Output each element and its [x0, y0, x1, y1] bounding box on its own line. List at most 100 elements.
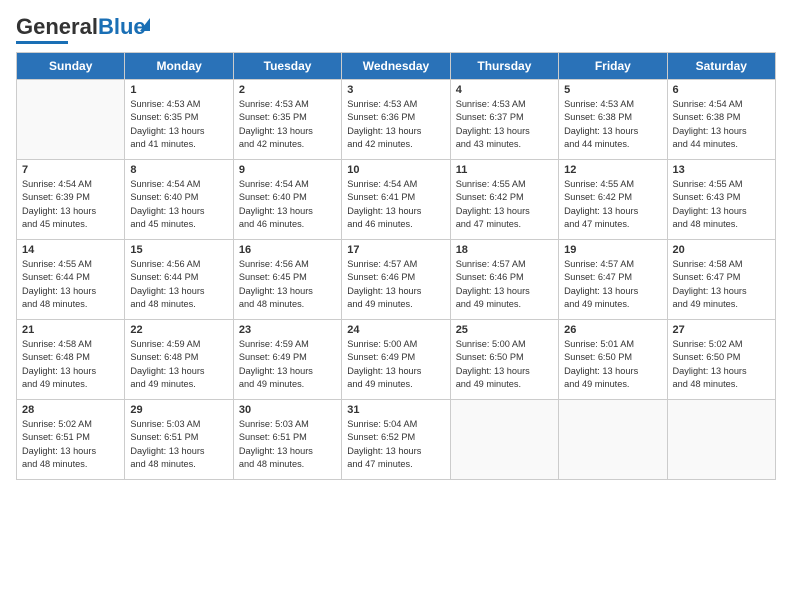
day-number: 27	[673, 324, 770, 336]
calendar-cell	[667, 400, 775, 480]
day-number: 7	[22, 164, 119, 176]
day-info: Sunrise: 4:54 AM Sunset: 6:40 PM Dayligh…	[130, 178, 227, 231]
day-info: Sunrise: 4:58 AM Sunset: 6:48 PM Dayligh…	[22, 338, 119, 391]
day-number: 10	[347, 164, 444, 176]
calendar-cell: 7 Sunrise: 4:54 AM Sunset: 6:39 PM Daylig…	[17, 160, 125, 240]
calendar-week-row: 21 Sunrise: 4:58 AM Sunset: 6:48 PM Dayli…	[17, 320, 776, 400]
day-info: Sunrise: 4:55 AM Sunset: 6:43 PM Dayligh…	[673, 178, 770, 231]
calendar-cell: 6 Sunrise: 4:54 AM Sunset: 6:38 PM Daylig…	[667, 80, 775, 160]
day-info: Sunrise: 4:56 AM Sunset: 6:45 PM Dayligh…	[239, 258, 336, 311]
day-number: 16	[239, 244, 336, 256]
calendar-cell	[450, 400, 558, 480]
logo-underline	[16, 41, 68, 44]
day-number: 23	[239, 324, 336, 336]
day-info: Sunrise: 4:54 AM Sunset: 6:39 PM Dayligh…	[22, 178, 119, 231]
day-number: 11	[456, 164, 553, 176]
calendar-week-row: 1 Sunrise: 4:53 AM Sunset: 6:35 PM Daylig…	[17, 80, 776, 160]
day-number: 30	[239, 404, 336, 416]
day-number: 8	[130, 164, 227, 176]
day-info: Sunrise: 4:53 AM Sunset: 6:35 PM Dayligh…	[130, 98, 227, 151]
logo-arrow-icon	[140, 18, 150, 31]
calendar-body: 1 Sunrise: 4:53 AM Sunset: 6:35 PM Daylig…	[17, 80, 776, 480]
calendar-cell: 25 Sunrise: 5:00 AM Sunset: 6:50 PM Dayli…	[450, 320, 558, 400]
calendar-cell: 30Sunrise: 5:03 AM Sunset: 6:51 PM Dayli…	[233, 400, 341, 480]
day-number: 24	[347, 324, 444, 336]
day-info: Sunrise: 5:04 AM Sunset: 6:52 PM Dayligh…	[347, 418, 444, 471]
calendar-cell: 15 Sunrise: 4:56 AM Sunset: 6:44 PM Dayli…	[125, 240, 233, 320]
day-number: 17	[347, 244, 444, 256]
day-header-friday: Friday	[559, 53, 667, 80]
calendar-week-row: 7 Sunrise: 4:54 AM Sunset: 6:39 PM Daylig…	[17, 160, 776, 240]
calendar-cell: 13Sunrise: 4:55 AM Sunset: 6:43 PM Dayli…	[667, 160, 775, 240]
day-number: 4	[456, 84, 553, 96]
day-info: Sunrise: 5:02 AM Sunset: 6:51 PM Dayligh…	[22, 418, 119, 471]
day-number: 12	[564, 164, 661, 176]
day-info: Sunrise: 4:53 AM Sunset: 6:36 PM Dayligh…	[347, 98, 444, 151]
day-header-sunday: Sunday	[17, 53, 125, 80]
day-number: 25	[456, 324, 553, 336]
calendar-cell: 10Sunrise: 4:54 AM Sunset: 6:41 PM Dayli…	[342, 160, 450, 240]
day-info: Sunrise: 4:53 AM Sunset: 6:35 PM Dayligh…	[239, 98, 336, 151]
calendar-cell: 2Sunrise: 4:53 AM Sunset: 6:35 PM Daylig…	[233, 80, 341, 160]
calendar-cell: 11 Sunrise: 4:55 AM Sunset: 6:42 PM Dayli…	[450, 160, 558, 240]
day-header-wednesday: Wednesday	[342, 53, 450, 80]
calendar-cell: 31 Sunrise: 5:04 AM Sunset: 6:52 PM Dayli…	[342, 400, 450, 480]
page-header: GeneralBlue	[16, 16, 776, 44]
day-info: Sunrise: 4:57 AM Sunset: 6:46 PM Dayligh…	[456, 258, 553, 311]
day-info: Sunrise: 4:56 AM Sunset: 6:44 PM Dayligh…	[130, 258, 227, 311]
calendar-cell: 26Sunrise: 5:01 AM Sunset: 6:50 PM Dayli…	[559, 320, 667, 400]
day-number: 29	[130, 404, 227, 416]
calendar-cell: 23 Sunrise: 4:59 AM Sunset: 6:49 PM Dayli…	[233, 320, 341, 400]
day-number: 3	[347, 84, 444, 96]
calendar-cell: 24 Sunrise: 5:00 AM Sunset: 6:49 PM Dayli…	[342, 320, 450, 400]
day-number: 15	[130, 244, 227, 256]
calendar-cell: 29Sunrise: 5:03 AM Sunset: 6:51 PM Dayli…	[125, 400, 233, 480]
calendar-cell	[17, 80, 125, 160]
day-info: Sunrise: 4:57 AM Sunset: 6:47 PM Dayligh…	[564, 258, 661, 311]
day-header-saturday: Saturday	[667, 53, 775, 80]
day-number: 19	[564, 244, 661, 256]
day-number: 14	[22, 244, 119, 256]
calendar-cell: 21 Sunrise: 4:58 AM Sunset: 6:48 PM Dayli…	[17, 320, 125, 400]
day-info: Sunrise: 4:59 AM Sunset: 6:49 PM Dayligh…	[239, 338, 336, 391]
calendar-header: SundayMondayTuesdayWednesdayThursdayFrid…	[17, 53, 776, 80]
days-of-week-row: SundayMondayTuesdayWednesdayThursdayFrid…	[17, 53, 776, 80]
day-number: 21	[22, 324, 119, 336]
day-number: 20	[673, 244, 770, 256]
day-info: Sunrise: 5:00 AM Sunset: 6:49 PM Dayligh…	[347, 338, 444, 391]
day-info: Sunrise: 4:55 AM Sunset: 6:42 PM Dayligh…	[456, 178, 553, 231]
calendar-cell: 19 Sunrise: 4:57 AM Sunset: 6:47 PM Dayli…	[559, 240, 667, 320]
day-info: Sunrise: 4:54 AM Sunset: 6:40 PM Dayligh…	[239, 178, 336, 231]
calendar-table: SundayMondayTuesdayWednesdayThursdayFrid…	[16, 52, 776, 480]
logo: GeneralBlue	[16, 16, 146, 44]
day-number: 6	[673, 84, 770, 96]
day-info: Sunrise: 4:54 AM Sunset: 6:38 PM Dayligh…	[673, 98, 770, 151]
calendar-cell: 9 Sunrise: 4:54 AM Sunset: 6:40 PM Daylig…	[233, 160, 341, 240]
day-number: 31	[347, 404, 444, 416]
day-info: Sunrise: 5:00 AM Sunset: 6:50 PM Dayligh…	[456, 338, 553, 391]
calendar-cell: 12 Sunrise: 4:55 AM Sunset: 6:42 PM Dayli…	[559, 160, 667, 240]
calendar-cell: 22 Sunrise: 4:59 AM Sunset: 6:48 PM Dayli…	[125, 320, 233, 400]
calendar-cell: 20Sunrise: 4:58 AM Sunset: 6:47 PM Dayli…	[667, 240, 775, 320]
day-info: Sunrise: 4:55 AM Sunset: 6:44 PM Dayligh…	[22, 258, 119, 311]
calendar-cell: 27Sunrise: 5:02 AM Sunset: 6:50 PM Dayli…	[667, 320, 775, 400]
day-number: 26	[564, 324, 661, 336]
calendar-cell: 5Sunrise: 4:53 AM Sunset: 6:38 PM Daylig…	[559, 80, 667, 160]
day-info: Sunrise: 4:59 AM Sunset: 6:48 PM Dayligh…	[130, 338, 227, 391]
day-header-thursday: Thursday	[450, 53, 558, 80]
day-number: 5	[564, 84, 661, 96]
day-number: 1	[130, 84, 227, 96]
day-number: 22	[130, 324, 227, 336]
day-info: Sunrise: 4:57 AM Sunset: 6:46 PM Dayligh…	[347, 258, 444, 311]
day-header-tuesday: Tuesday	[233, 53, 341, 80]
logo-blue: Blue	[98, 14, 146, 39]
logo-text: GeneralBlue	[16, 14, 146, 39]
calendar-cell: 8 Sunrise: 4:54 AM Sunset: 6:40 PM Daylig…	[125, 160, 233, 240]
day-number: 28	[22, 404, 119, 416]
day-info: Sunrise: 4:55 AM Sunset: 6:42 PM Dayligh…	[564, 178, 661, 231]
calendar-cell: 17 Sunrise: 4:57 AM Sunset: 6:46 PM Dayli…	[342, 240, 450, 320]
calendar-cell	[559, 400, 667, 480]
day-header-monday: Monday	[125, 53, 233, 80]
day-number: 9	[239, 164, 336, 176]
calendar-cell: 4Sunrise: 4:53 AM Sunset: 6:37 PM Daylig…	[450, 80, 558, 160]
